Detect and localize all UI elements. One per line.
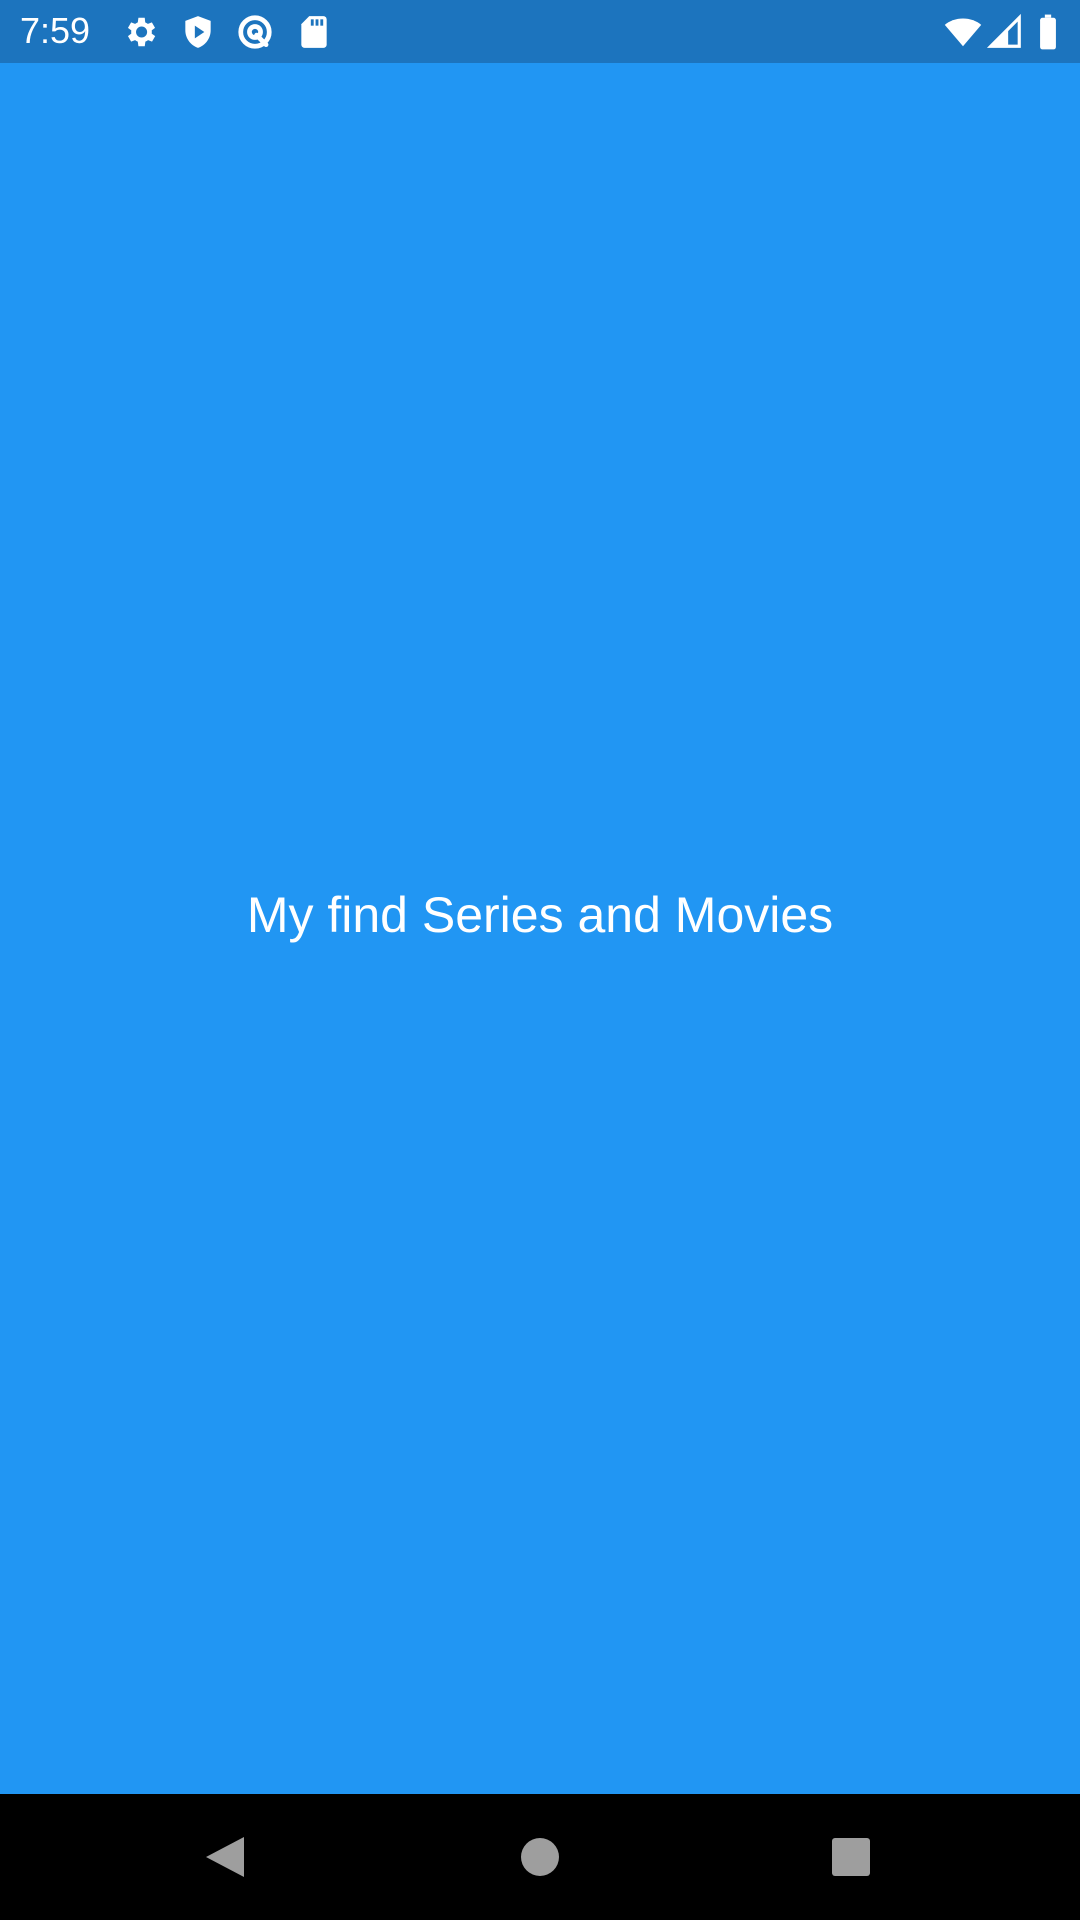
back-icon[interactable] [196,1827,256,1887]
splash-screen: My find Series and Movies [0,63,1080,1794]
recents-icon[interactable] [821,1827,881,1887]
sd-card-icon [295,13,333,51]
status-bar: 7:59 [0,0,1080,63]
at-sign-icon [236,13,274,51]
shield-play-icon [179,13,217,51]
status-time: 7:59 [20,10,91,51]
signal-icon [986,13,1024,51]
home-icon[interactable] [510,1827,570,1887]
battery-icon [1036,13,1060,51]
app-title: My find Series and Movies [246,887,834,943]
wifi-icon [942,13,984,51]
gear-icon [121,13,159,51]
navigation-bar [0,1794,1080,1920]
